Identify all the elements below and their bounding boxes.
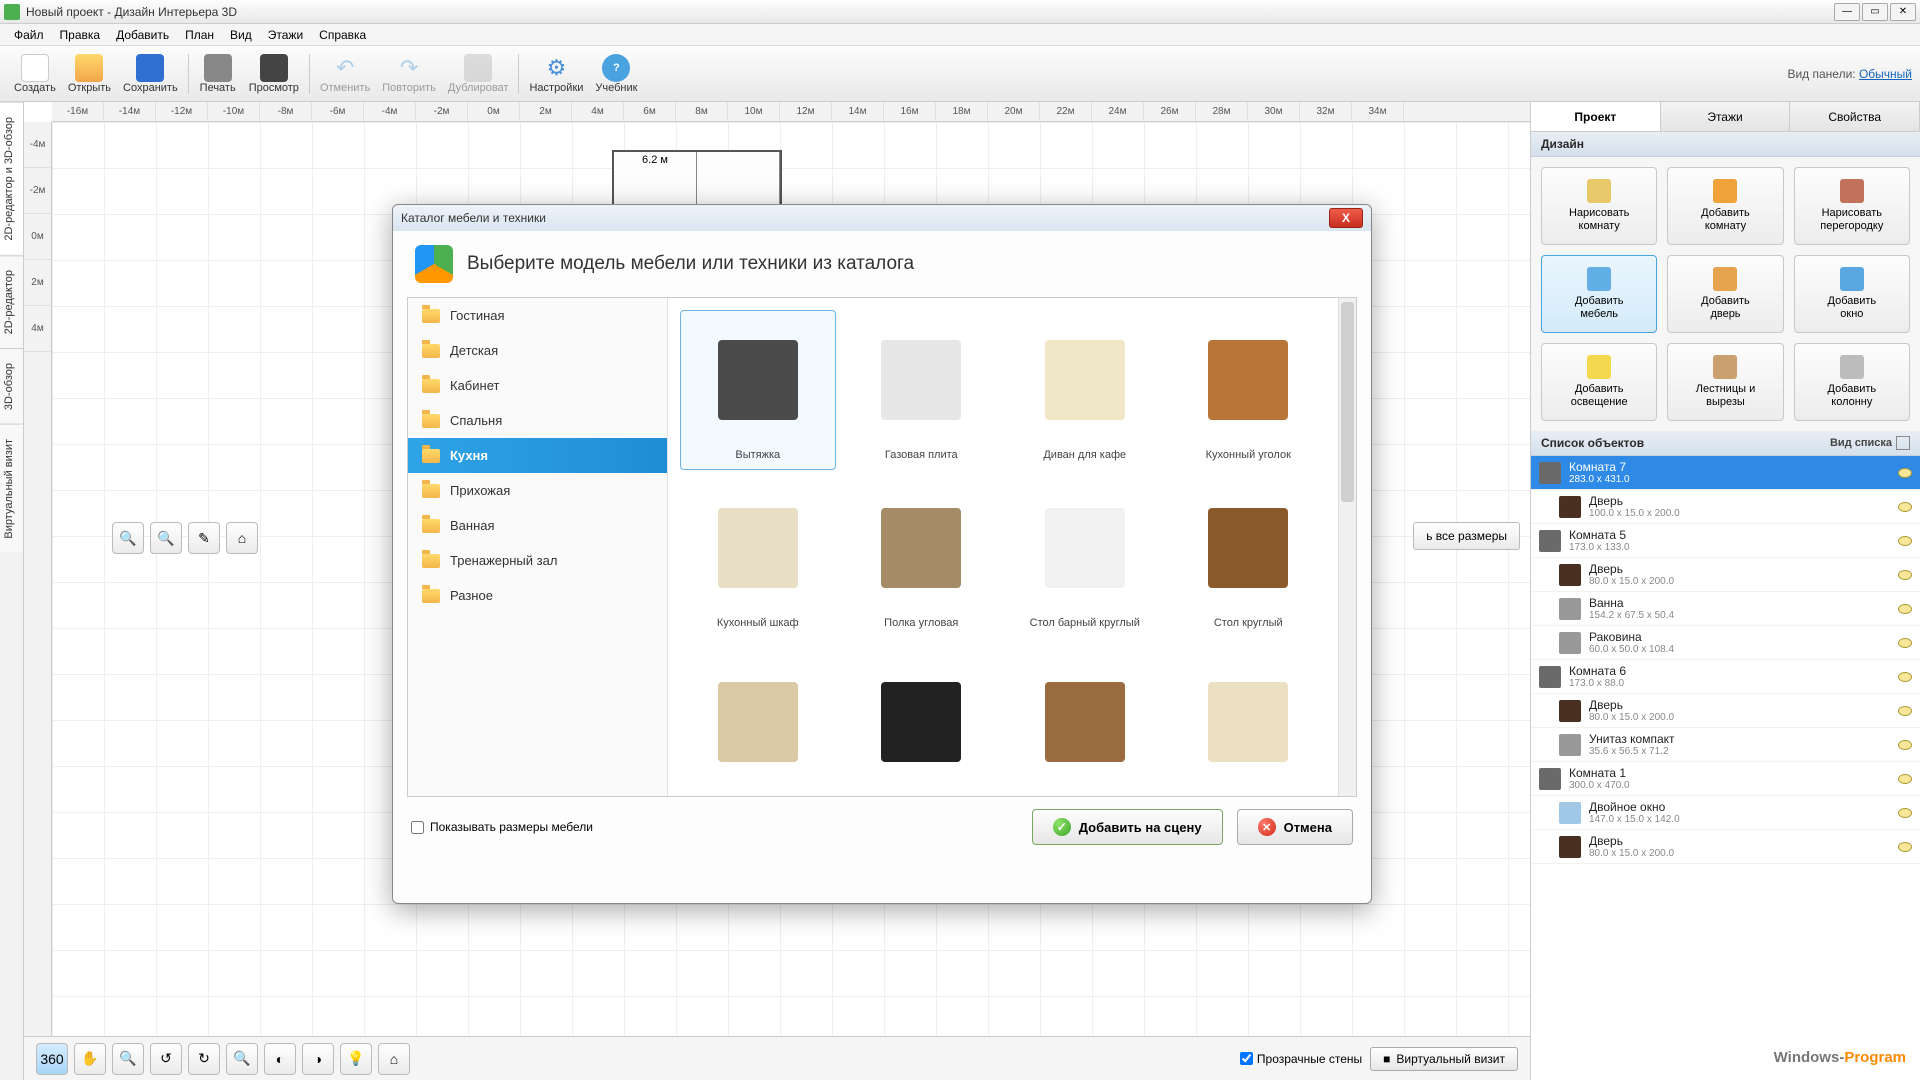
item-thumbnail (1176, 315, 1322, 445)
folder-icon (422, 519, 440, 533)
folder-icon (422, 589, 440, 603)
furniture-catalog-dialog: Каталог мебели и техники X Выберите моде… (392, 204, 1372, 904)
catalog-item[interactable] (1007, 646, 1163, 796)
folder-icon (422, 379, 440, 393)
catalog-item[interactable]: Кухонный уголок (1171, 310, 1327, 470)
catalog-item[interactable] (680, 646, 836, 796)
catalog-item[interactable] (844, 646, 1000, 796)
folder-icon (422, 344, 440, 358)
category-item[interactable]: Разное (408, 578, 667, 613)
dialog-heading: Выберите модель мебели или техники из ка… (467, 253, 914, 275)
folder-icon (422, 414, 440, 428)
catalog-item[interactable]: Кухонный шкаф (680, 478, 836, 638)
item-label: Стол барный круглый (1030, 613, 1140, 633)
folder-icon (422, 484, 440, 498)
catalog-icon (415, 245, 453, 283)
item-label: Кухонный уголок (1206, 445, 1291, 465)
category-item[interactable]: Ванная (408, 508, 667, 543)
item-thumbnail (849, 483, 995, 613)
catalog-item[interactable]: Газовая плита (844, 310, 1000, 470)
catalog-item[interactable] (1171, 646, 1327, 796)
item-label: Газовая плита (885, 445, 958, 465)
item-thumbnail (1176, 483, 1322, 613)
folder-icon (422, 449, 440, 463)
catalog-item[interactable]: Вытяжка (680, 310, 836, 470)
item-label: Диван для кафе (1043, 445, 1126, 465)
category-item[interactable]: Тренажерный зал (408, 543, 667, 578)
item-label: Полка угловая (884, 613, 958, 633)
dialog-overlay: Каталог мебели и техники X Выберите моде… (0, 0, 1920, 1080)
item-label: Вытяжка (735, 445, 780, 465)
item-thumbnail (685, 315, 831, 445)
category-list[interactable]: ГостинаяДетскаяКабинетСпальняКухняПрихож… (408, 298, 668, 796)
item-thumbnail (1012, 483, 1158, 613)
category-item[interactable]: Прихожая (408, 473, 667, 508)
category-item[interactable]: Кабинет (408, 368, 667, 403)
folder-icon (422, 554, 440, 568)
dialog-header: Выберите модель мебели или техники из ка… (393, 231, 1371, 297)
dialog-close-button[interactable]: X (1329, 208, 1363, 228)
item-thumbnail (1176, 651, 1322, 793)
category-item[interactable]: Гостиная (408, 298, 667, 333)
dialog-titlebar[interactable]: Каталог мебели и техники X (393, 205, 1371, 231)
item-thumbnail (1012, 315, 1158, 445)
catalog-item[interactable]: Полка угловая (844, 478, 1000, 638)
show-sizes-checkbox[interactable]: Показывать размеры мебели (411, 820, 593, 834)
item-grid[interactable]: Вытяжка Газовая плита Диван для кафе Кухонн… (668, 298, 1338, 796)
item-thumbnail (1012, 651, 1158, 793)
item-label: Кухонный шкаф (717, 613, 799, 633)
item-thumbnail (849, 315, 995, 445)
catalog-item[interactable]: Стол барный круглый (1007, 478, 1163, 638)
item-thumbnail (849, 651, 995, 793)
category-item[interactable]: Кухня (408, 438, 667, 473)
cancel-icon (1258, 818, 1276, 836)
dialog-footer: Показывать размеры мебели Добавить на сц… (393, 797, 1371, 857)
folder-icon (422, 309, 440, 323)
cancel-button[interactable]: Отмена (1237, 809, 1353, 845)
category-item[interactable]: Детская (408, 333, 667, 368)
item-label: Стол круглый (1214, 613, 1283, 633)
category-item[interactable]: Спальня (408, 403, 667, 438)
dialog-title: Каталог мебели и техники (401, 211, 546, 225)
check-icon (1053, 818, 1071, 836)
item-scrollbar[interactable] (1338, 298, 1356, 796)
add-to-scene-button[interactable]: Добавить на сцену (1032, 809, 1223, 845)
catalog-item[interactable]: Диван для кафе (1007, 310, 1163, 470)
item-thumbnail (685, 483, 831, 613)
watermark: Windows-Program (1774, 1049, 1906, 1066)
item-thumbnail (685, 651, 831, 793)
catalog-item[interactable]: Стол круглый (1171, 478, 1327, 638)
